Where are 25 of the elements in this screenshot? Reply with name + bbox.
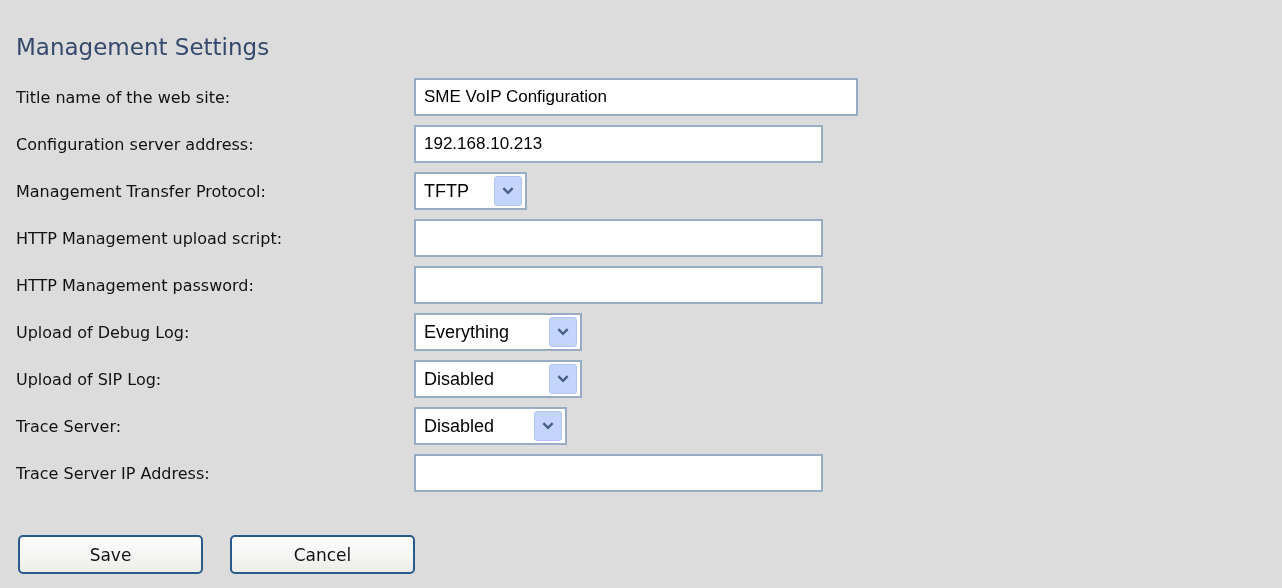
chevron-down-icon xyxy=(549,364,577,394)
input-field[interactable] xyxy=(414,266,823,304)
field-label: Title name of the web site: xyxy=(16,87,232,107)
field-label: Trace Server: xyxy=(16,416,123,436)
save-button[interactable]: Save xyxy=(18,535,203,574)
field-label: Upload of Debug Log: xyxy=(16,322,191,342)
input-field[interactable]: SME VoIP Configuration xyxy=(414,78,858,116)
dropdown[interactable]: Disabled xyxy=(414,360,582,398)
chevron-down-icon xyxy=(549,317,577,347)
field-label: Configuration server address: xyxy=(16,134,255,154)
field-label: HTTP Management password: xyxy=(16,275,255,295)
dropdown[interactable]: TFTP xyxy=(414,172,527,210)
field-label: HTTP Management upload script: xyxy=(16,228,284,248)
field-label: Trace Server IP Address: xyxy=(16,463,211,483)
field-label: Upload of SIP Log: xyxy=(16,369,163,389)
input-field[interactable] xyxy=(414,454,823,492)
dropdown[interactable]: Disabled xyxy=(414,407,567,445)
dropdown[interactable]: Everything xyxy=(414,313,582,351)
input-field[interactable] xyxy=(414,219,823,257)
input-field[interactable]: 192.168.10.213 xyxy=(414,125,823,163)
chevron-down-icon xyxy=(534,411,562,441)
chevron-down-icon xyxy=(494,176,522,206)
field-label: Management Transfer Protocol: xyxy=(16,181,267,201)
page-title: Management Settings xyxy=(16,33,270,62)
cancel-button[interactable]: Cancel xyxy=(230,535,415,574)
